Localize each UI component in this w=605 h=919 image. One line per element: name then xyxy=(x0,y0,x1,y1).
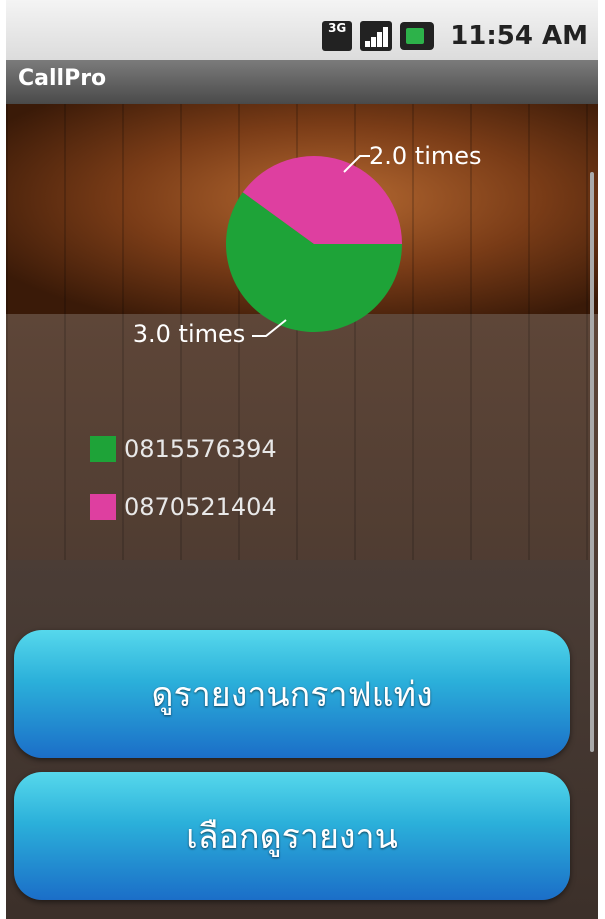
legend-item-0815576394: 0815576394 xyxy=(90,420,277,478)
signal-icon xyxy=(360,21,393,51)
status-bar: 3G 11:54 AM xyxy=(6,0,598,60)
select-report-button[interactable]: เลือกดูรายงาน xyxy=(14,772,570,900)
chart-legend: 0815576394 0870521404 xyxy=(90,420,277,536)
slice-data-label-0870521404: 2.0 times xyxy=(369,142,482,170)
slice-data-label-0815576394: 3.0 times xyxy=(133,320,246,348)
app-title: CallPro xyxy=(18,66,107,91)
clock: 11:54 AM xyxy=(450,21,588,51)
phone-screen: 3G 11:54 AM CallPro 3.0 times 2.0 times 0… xyxy=(6,0,598,919)
status-icons: 3G 11:54 AM xyxy=(322,18,588,54)
legend-swatch xyxy=(90,494,116,520)
legend-item-0870521404: 0870521404 xyxy=(90,478,277,536)
view-bar-graph-report-button[interactable]: ดูรายงานกราฟแท่ง xyxy=(14,630,570,758)
title-bar: CallPro xyxy=(6,60,598,105)
legend-swatch xyxy=(90,436,116,462)
pie-chart: 3.0 times 2.0 times xyxy=(133,142,482,348)
legend-label: 0815576394 xyxy=(124,435,277,463)
battery-icon xyxy=(400,22,435,50)
3g-icon: 3G xyxy=(322,21,353,51)
legend-label: 0870521404 xyxy=(124,493,277,521)
